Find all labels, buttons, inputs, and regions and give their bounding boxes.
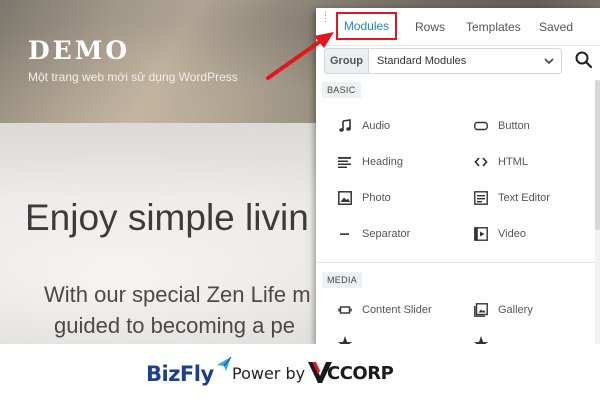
- hero-text-line: guided to becoming a pe: [54, 313, 295, 338]
- hero-text-line: With our special Zen Life m: [44, 282, 311, 307]
- hero-text: With our special Zen Life m guided to be…: [44, 279, 444, 341]
- search-icon[interactable]: [574, 50, 594, 70]
- group-select-value: Standard Modules: [377, 55, 467, 67]
- group-select[interactable]: Standard Modules: [368, 48, 562, 74]
- power-by-text: Power by: [232, 364, 306, 383]
- module-label: Audio: [362, 120, 391, 132]
- module-label: HTML: [498, 156, 528, 168]
- paper-plane-icon: [217, 356, 232, 371]
- site-title[interactable]: DEMO: [28, 36, 130, 65]
- section-label-basic: BASIC: [322, 82, 361, 98]
- panel-tabs: ⋮ ⋮ Modules Rows Templates Saved: [316, 8, 600, 46]
- vccorp-logo: CCORP: [307, 358, 394, 388]
- bizfly-wordmark: BizFly: [146, 362, 214, 386]
- video-icon: [474, 227, 488, 241]
- module-label: Separator: [362, 228, 411, 240]
- chevron-down-icon: [544, 58, 554, 65]
- module-html[interactable]: HTML: [474, 154, 594, 172]
- module-photo[interactable]: Photo: [338, 190, 458, 208]
- tab-modules[interactable]: Modules: [336, 12, 397, 40]
- tab-templates[interactable]: Templates: [466, 8, 521, 46]
- module-label: Button: [498, 120, 530, 132]
- photo-icon: [338, 191, 352, 205]
- bizfly-logo: BizFly: [146, 356, 232, 390]
- module-label: Heading: [362, 156, 403, 168]
- module-audio[interactable]: Audio: [338, 118, 458, 136]
- section-divider: [316, 262, 600, 263]
- module-button[interactable]: Button: [474, 118, 594, 136]
- module-text-editor[interactable]: Text Editor: [474, 190, 594, 208]
- site-tagline: Một trang web mới sử dụng WordPress: [28, 70, 238, 84]
- scroll-thumb[interactable]: [595, 80, 600, 230]
- tab-saved[interactable]: Saved: [539, 8, 573, 46]
- module-label: Photo: [362, 192, 391, 204]
- separator-icon: [340, 233, 349, 235]
- annotation-arrow-icon: [266, 32, 334, 80]
- text-editor-icon: [474, 191, 488, 205]
- code-icon: [474, 157, 488, 167]
- music-note-icon: [339, 119, 351, 132]
- module-label: Gallery: [498, 304, 533, 316]
- module-heading[interactable]: Heading: [338, 154, 458, 172]
- footer-branding: BizFly Power by CCORP: [0, 344, 600, 400]
- module-label: Video: [498, 228, 526, 240]
- module-video[interactable]: Video: [474, 226, 594, 244]
- panel-scrollbar[interactable]: [595, 80, 600, 344]
- vccorp-wordmark: CCORP: [327, 363, 394, 384]
- module-label: Text Editor: [498, 192, 550, 204]
- gallery-icon: [474, 303, 488, 317]
- module-separator[interactable]: Separator: [338, 226, 458, 244]
- heading-icon: [338, 157, 351, 168]
- button-icon: [474, 121, 488, 131]
- tab-rows[interactable]: Rows: [415, 8, 445, 46]
- star-icon: [474, 336, 488, 344]
- module-gallery[interactable]: Gallery: [474, 302, 594, 320]
- group-filter: Group Standard Modules: [324, 48, 574, 74]
- hero-heading: Enjoy simple livin: [25, 197, 309, 238]
